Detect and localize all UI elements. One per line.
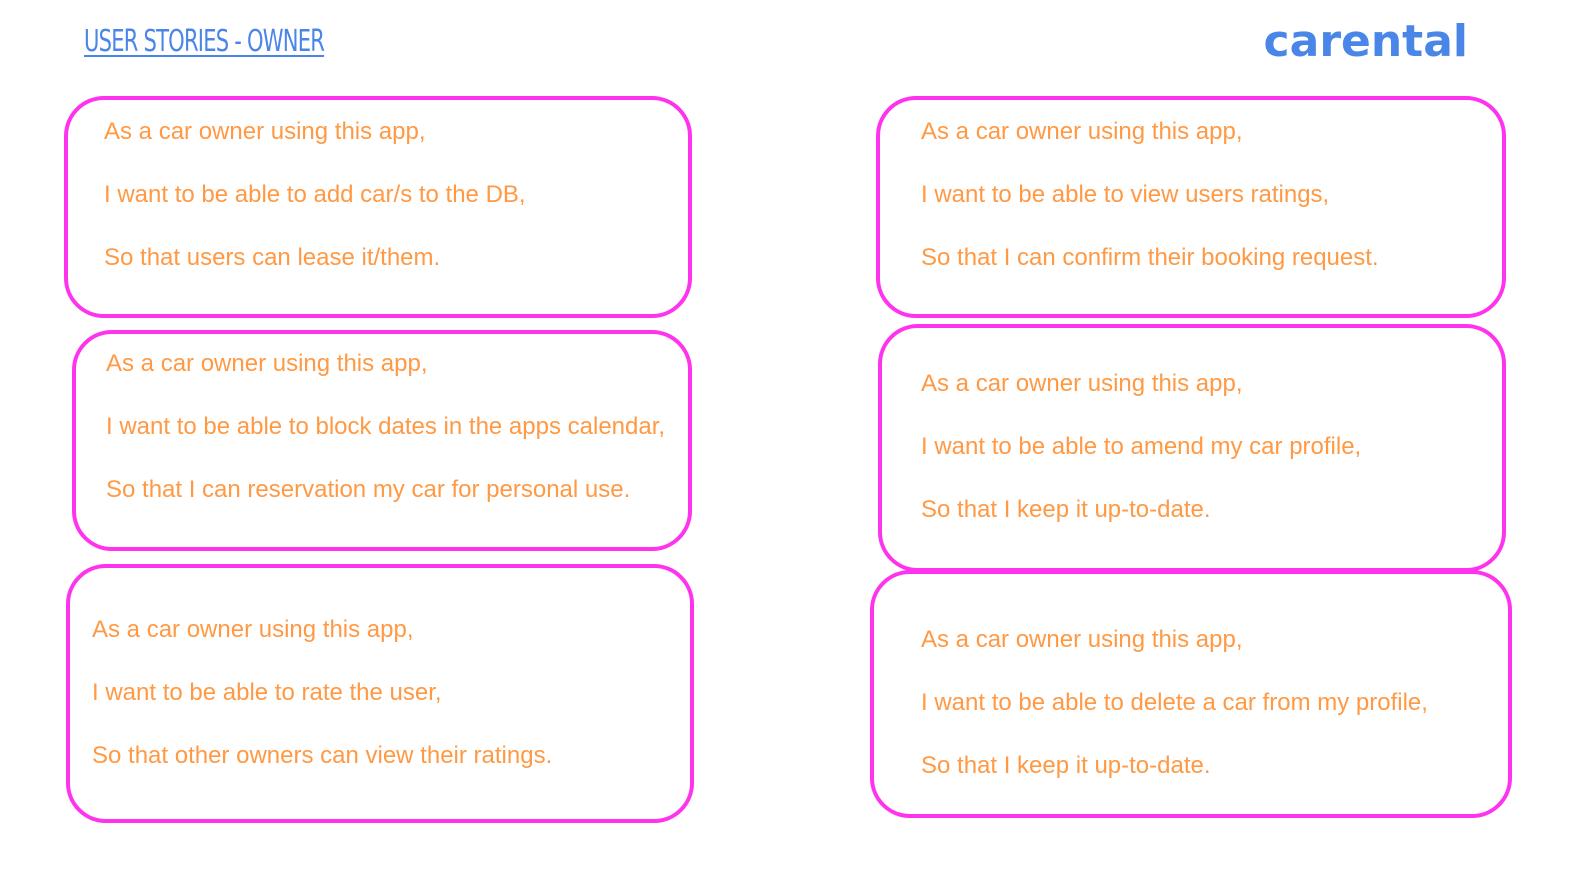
story-goal: I want to be able to delete a car from m… (921, 689, 1428, 716)
story-card-5: As a car owner using this app, I want to… (878, 324, 1506, 572)
story-text: As a car owner using this app, I want to… (104, 116, 684, 274)
story-benefit: So that I keep it up-to-date. (921, 496, 1211, 523)
story-role: As a car owner using this app, (104, 118, 426, 145)
story-text: As a car owner using this app, I want to… (92, 614, 682, 772)
story-benefit: So that users can lease it/them. (104, 244, 441, 271)
story-role: As a car owner using this app, (92, 616, 414, 643)
page-title: USER STORIES - OWNER (84, 24, 325, 59)
story-card-4: As a car owner using this app, I want to… (876, 96, 1506, 318)
story-benefit: So that I keep it up-to-date. (921, 752, 1211, 779)
story-card-6: As a car owner using this app, I want to… (870, 570, 1512, 818)
story-goal: I want to be able to view users ratings, (921, 181, 1330, 208)
story-benefit: So that other owners can view their rati… (92, 742, 553, 769)
story-card-1: As a car owner using this app, I want to… (64, 96, 692, 318)
story-goal: I want to be able to block dates in the … (106, 413, 666, 440)
story-card-3: As a car owner using this app, I want to… (66, 564, 694, 823)
story-text: As a car owner using this app, I want to… (106, 348, 666, 506)
brand-logo: carental (1263, 16, 1468, 67)
story-goal: I want to be able to rate the user, (92, 679, 442, 706)
story-text: As a car owner using this app, I want to… (921, 368, 1501, 526)
story-goal: I want to be able to add car/s to the DB… (104, 181, 526, 208)
story-benefit: So that I can confirm their booking requ… (921, 244, 1379, 271)
story-role: As a car owner using this app, (921, 370, 1243, 397)
story-text: As a car owner using this app, I want to… (921, 624, 1511, 782)
story-role: As a car owner using this app, (106, 350, 428, 377)
story-benefit: So that I can reservation my car for per… (106, 476, 631, 503)
story-role: As a car owner using this app, (921, 626, 1243, 653)
story-card-2: As a car owner using this app, I want to… (72, 330, 692, 551)
story-text: As a car owner using this app, I want to… (921, 116, 1501, 274)
story-goal: I want to be able to amend my car profil… (921, 433, 1362, 460)
story-role: As a car owner using this app, (921, 118, 1243, 145)
